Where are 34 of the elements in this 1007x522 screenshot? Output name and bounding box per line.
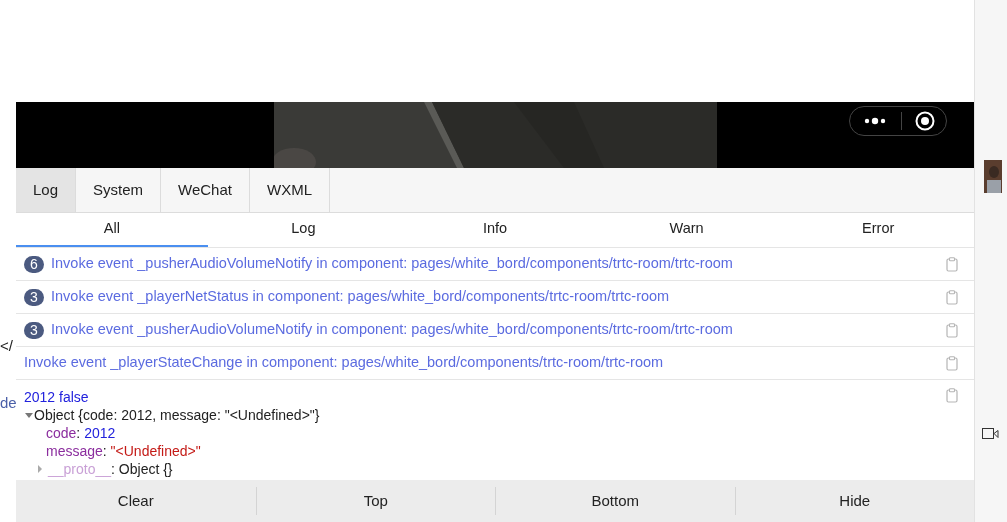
action-button[interactable]: Hide	[735, 480, 974, 522]
background-text: </	[0, 336, 14, 356]
video-camera-icon[interactable]	[982, 428, 1000, 440]
expanded-triangle-icon[interactable]	[24, 411, 34, 419]
log-message: Invoke event _playerNetStatus in component: pages/white_bord/components/trtc-room/trtc-room	[51, 287, 671, 307]
count-badge: 3	[24, 321, 44, 339]
background-text: de	[0, 392, 16, 413]
property-line: message: "<Undefined>"	[45, 442, 202, 460]
clipboard-icon[interactable]	[946, 388, 958, 403]
clipboard-icon[interactable]	[946, 322, 958, 338]
count-badge: 6	[24, 255, 44, 273]
close-target-icon[interactable]	[915, 111, 935, 131]
log-message: Invoke event _playerStateChange in component: pages/white_bord/components/trtc-room/trtc-room	[24, 353, 665, 373]
count-badge: 3	[24, 288, 44, 306]
clipboard-icon[interactable]	[946, 256, 958, 272]
filter-tab[interactable]: All	[16, 213, 208, 247]
log-message: Invoke event _pusherAudioVolumeNotify in component: pages/white_bord/components/trtc-room/trtc-room	[51, 320, 734, 340]
clipboard-icon[interactable]	[946, 355, 958, 371]
filter-tab[interactable]: Warn	[590, 213, 783, 247]
filter-tab[interactable]: Info	[399, 213, 591, 247]
action-button[interactable]: Bottom	[496, 480, 735, 522]
filter-tab[interactable]: Error	[782, 213, 974, 247]
filter-tab[interactable]: Log	[207, 213, 400, 247]
action-button[interactable]: Top	[256, 480, 495, 522]
log-message: 2012 false	[24, 388, 90, 406]
object-summary: Object {code: 2012, message: "<Undefined>"}	[34, 406, 320, 424]
clipboard-icon[interactable]	[946, 289, 958, 305]
tab[interactable]: Log	[16, 168, 77, 212]
property-line: code: 2012	[45, 424, 117, 442]
more-icon[interactable]	[864, 117, 888, 125]
collapsed-triangle-icon[interactable]	[36, 465, 44, 473]
log-message: Invoke event _pusherAudioVolumeNotify in component: pages/white_bord/components/trtc-room/trtc-room	[51, 254, 734, 274]
action-button[interactable]: Clear	[16, 480, 256, 522]
property-line: __proto__: Object {}	[46, 460, 173, 478]
